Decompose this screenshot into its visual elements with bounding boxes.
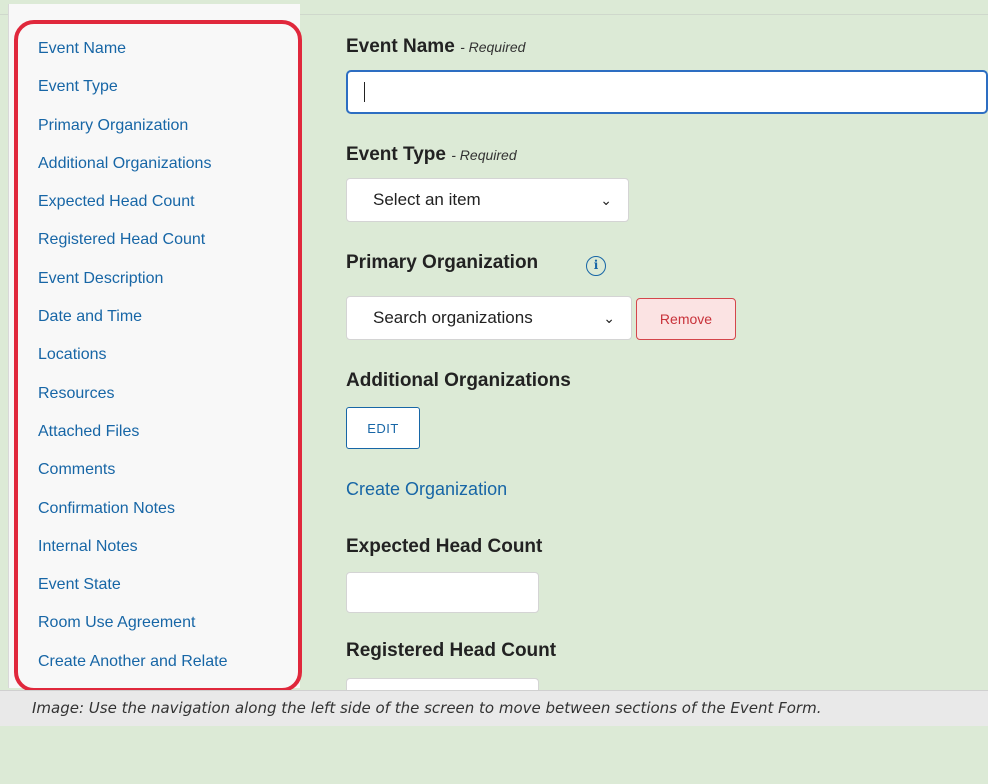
additional-organizations-label: Additional Organizations [346,370,571,391]
registered-head-count-input[interactable] [346,678,539,690]
section-navigation: Event Name Event Type Primary Organizati… [38,38,227,689]
nav-item-comments[interactable]: Comments [38,461,115,478]
nav-item-confirmation-notes[interactable]: Confirmation Notes [38,500,175,517]
image-caption: Image: Use the navigation along the left… [0,690,988,726]
chevron-down-icon: ⌄ [603,310,615,326]
primary-organization-label: Primary Organization [346,252,539,273]
event-name-label: Event Name - Required [346,36,525,58]
nav-item-event-name[interactable]: Event Name [38,40,126,57]
event-type-select-value: Select an item [373,190,481,209]
nav-item-create-another-and-relate[interactable]: Create Another and Relate [38,653,227,670]
event-name-label-text: Event Name [346,36,455,57]
edit-additional-organizations-button[interactable]: EDIT [346,407,420,449]
primary-organization-select[interactable]: Search organizations ⌄ [346,296,632,340]
nav-item-resources[interactable]: Resources [38,385,114,402]
nav-item-event-description[interactable]: Event Description [38,270,163,287]
event-type-label-text: Event Type [346,144,446,165]
nav-item-internal-notes[interactable]: Internal Notes [38,538,138,555]
event-type-select[interactable]: Select an item ⌄ [346,178,629,222]
nav-item-event-state[interactable]: Event State [38,576,121,593]
expected-head-count-label: Expected Head Count [346,536,543,557]
nav-item-primary-organization[interactable]: Primary Organization [38,117,188,134]
text-caret [364,82,365,102]
nav-item-expected-head-count[interactable]: Expected Head Count [38,193,195,210]
create-organization-link[interactable]: Create Organization [346,479,507,500]
nav-item-registered-head-count[interactable]: Registered Head Count [38,231,205,248]
remove-organization-button[interactable]: Remove [636,298,736,340]
info-icon[interactable]: i [586,256,606,276]
registered-head-count-label: Registered Head Count [346,640,557,661]
page-frame: Event Name Event Type Primary Organizati… [0,0,988,784]
nav-item-event-type[interactable]: Event Type [38,78,118,95]
event-type-required-note: - Required [451,147,517,163]
nav-item-date-and-time[interactable]: Date and Time [38,308,142,325]
chevron-down-icon: ⌄ [600,192,612,208]
nav-item-additional-organizations[interactable]: Additional Organizations [38,155,211,172]
event-name-required-note: - Required [460,39,526,55]
event-name-input[interactable] [346,70,988,114]
event-type-label: Event Type - Required [346,144,517,166]
nav-item-locations[interactable]: Locations [38,346,107,363]
primary-organization-select-value: Search organizations [373,308,533,327]
nav-item-room-use-agreement[interactable]: Room Use Agreement [38,614,195,631]
expected-head-count-input[interactable] [346,572,539,613]
nav-item-attached-files[interactable]: Attached Files [38,423,139,440]
